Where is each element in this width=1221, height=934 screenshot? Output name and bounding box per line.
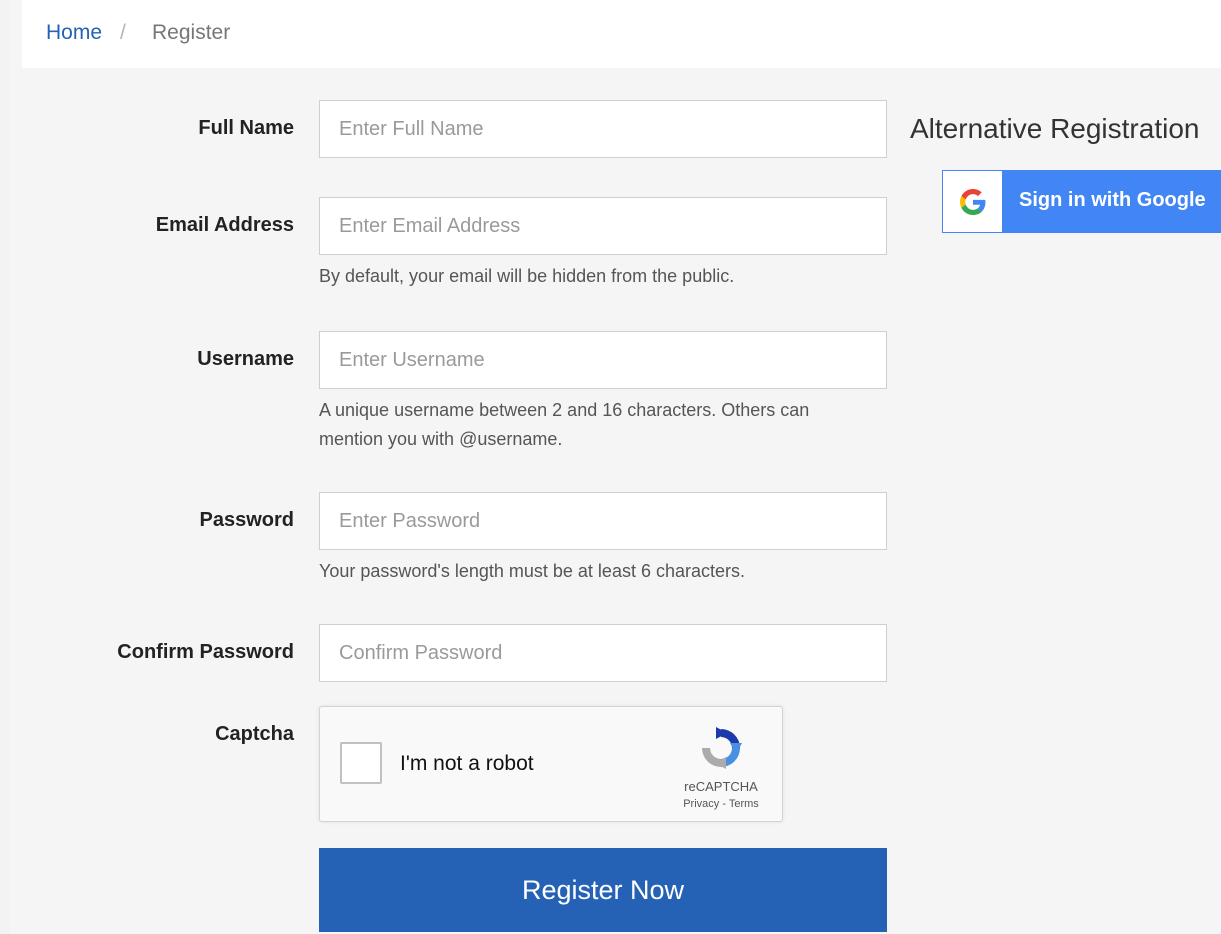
password-input[interactable] [319,492,887,550]
email-label: Email Address [155,214,294,236]
google-button-label: Sign in with Google [1019,189,1206,211]
username-label: Username [197,348,294,370]
recaptcha-terms-link[interactable]: Terms [729,798,759,810]
recaptcha-widget: I'm not a robot reCAPTCHA Privacy - Term… [319,706,783,822]
register-now-button[interactable]: Register Now [319,848,887,932]
confirm-password-label: Confirm Password [117,641,294,663]
breadcrumb: Home / Register [22,0,1221,68]
email-help-text: By default, your email will be hidden fr… [319,266,735,286]
recaptcha-link-separator: - [719,798,729,810]
alternative-registration-title: Alternative Registration [910,113,1200,144]
email-input[interactable] [319,197,887,255]
full-name-input[interactable] [319,100,887,158]
password-help-text: Your password's length must be at least … [319,561,745,581]
recaptcha-links: Privacy - Terms [660,798,782,810]
username-help-text: A unique username between 2 and 16 chara… [319,396,899,454]
recaptcha-brand: reCAPTCHA [684,779,758,794]
full-name-label: Full Name [198,117,294,139]
password-label: Password [199,509,294,531]
username-input[interactable] [319,331,887,389]
breadcrumb-current: Register [152,21,231,44]
confirm-password-input[interactable] [319,624,887,682]
recaptcha-checkbox[interactable] [340,742,382,784]
username-help-line-2: mention you with @username. [319,429,563,449]
username-help-line-1: A unique username between 2 and 16 chara… [319,400,810,420]
recaptcha-checkbox-text: I'm not a robot [400,752,534,775]
captcha-label: Captcha [215,723,294,745]
sign-in-with-google-button[interactable]: Sign in with Google [942,170,1221,233]
breadcrumb-home-link[interactable]: Home [46,21,102,45]
google-icon-container [943,171,1002,232]
recaptcha-logo-icon [702,727,742,769]
google-g-icon [959,188,985,215]
breadcrumb-separator: / [120,21,126,44]
recaptcha-privacy-link[interactable]: Privacy [683,798,719,810]
